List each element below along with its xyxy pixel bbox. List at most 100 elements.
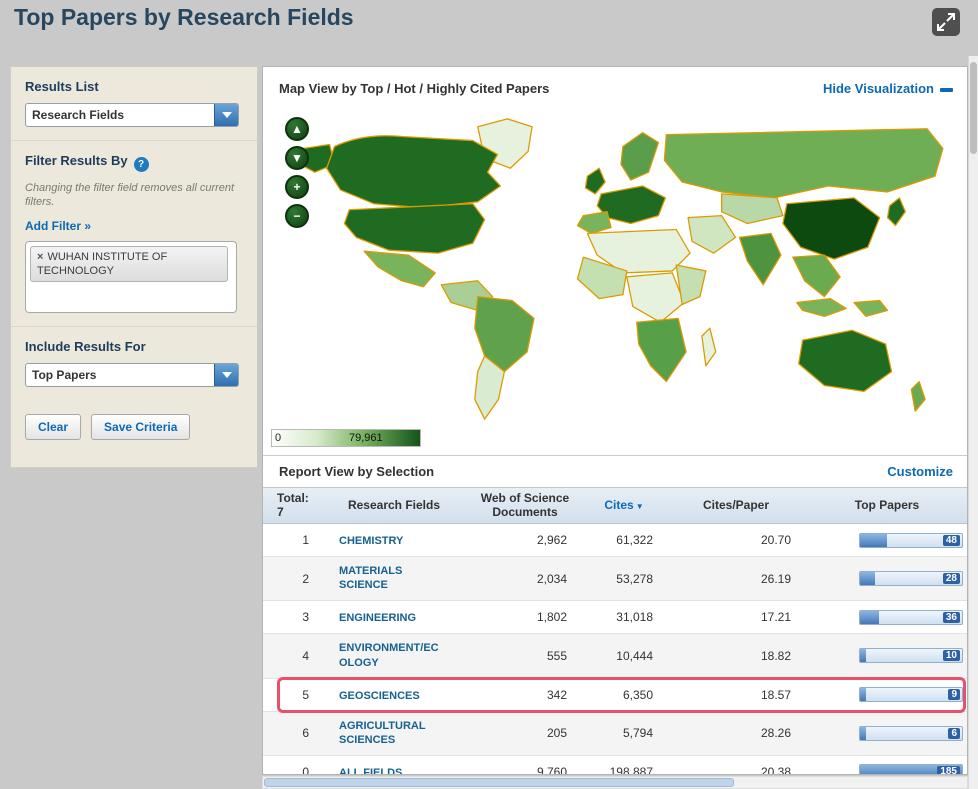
- field-link[interactable]: ALL FIELDS: [339, 766, 402, 774]
- region-india[interactable]: [738, 232, 782, 286]
- clear-button[interactable]: Clear: [25, 413, 82, 440]
- dropdown-button[interactable]: [214, 104, 238, 126]
- expand-icon: [937, 13, 955, 31]
- add-filter-link[interactable]: Add Filter »: [25, 219, 91, 233]
- cites-cell: 198,887: [609, 764, 653, 775]
- region-central-africa[interactable]: [626, 272, 685, 323]
- chevron-down-icon: [221, 371, 232, 378]
- world-map[interactable]: ▲ ▼ + −: [271, 107, 959, 425]
- cites-per-paper-cell: 20.70: [760, 533, 791, 547]
- field-cell: CHEMISTRY: [319, 531, 469, 549]
- field-cell: GEOSCIENCES: [319, 686, 469, 704]
- expand-button[interactable]: [932, 8, 960, 36]
- horizontal-scrollbar-thumb[interactable]: [264, 778, 734, 787]
- region-indonesia-east[interactable]: [853, 299, 889, 318]
- dropdown-button[interactable]: [214, 363, 238, 386]
- region-scandinavia[interactable]: [620, 132, 660, 181]
- region-iberia[interactable]: [576, 211, 612, 235]
- total-value: 7: [277, 504, 284, 519]
- top-papers-value: 10: [942, 650, 960, 662]
- hide-visualization-link[interactable]: Hide Visualization: [823, 81, 953, 96]
- results-list-label: Results List: [25, 79, 99, 94]
- column-header-cites[interactable]: Cites ▼: [581, 498, 667, 513]
- region-russia[interactable]: [663, 128, 944, 199]
- region-usa[interactable]: [343, 203, 486, 254]
- help-icon[interactable]: ?: [133, 157, 149, 172]
- region-east-africa[interactable]: [675, 264, 707, 306]
- pan-down-button[interactable]: ▼: [285, 146, 309, 170]
- top-papers-bar: 28: [859, 571, 963, 587]
- pan-up-button[interactable]: ▲: [285, 117, 309, 141]
- region-middle-east[interactable]: [687, 214, 737, 254]
- top-papers-bar-fill: [860, 649, 867, 663]
- top-papers-value: 36: [942, 611, 960, 623]
- region-southeast-asia[interactable]: [792, 254, 841, 298]
- include-results-label: Include Results For: [25, 338, 146, 354]
- column-header-wos-documents[interactable]: Web of Science Documents: [469, 491, 581, 520]
- table-header-row: Total: 7 Research Fields Web of Science …: [263, 487, 967, 524]
- field-link[interactable]: MATERIALS SCIENCE: [339, 564, 439, 593]
- region-madagascar[interactable]: [701, 327, 717, 367]
- table-row: 3 ENGINEERING 1,802 31,018 17.21 36: [263, 601, 967, 635]
- results-list-dropdown[interactable]: Research Fields: [25, 103, 239, 127]
- top-papers-bar: 6: [859, 725, 963, 741]
- legend-min-label: 0: [275, 432, 282, 444]
- field-link[interactable]: GEOSCIENCES: [339, 689, 420, 703]
- report-table-body: 1 CHEMISTRY 2,962 61,322 20.70 48 2 MATE…: [263, 524, 967, 775]
- top-papers-value: 185: [937, 766, 960, 774]
- region-mexico[interactable]: [363, 250, 436, 288]
- zoom-out-button[interactable]: −: [285, 204, 309, 228]
- field-link[interactable]: ENGINEERING: [339, 611, 416, 625]
- rank-cell: 6: [302, 726, 309, 741]
- region-central-asia[interactable]: [721, 193, 784, 225]
- region-japan[interactable]: [886, 197, 906, 227]
- cites-cell: 10,444: [616, 648, 653, 663]
- top-papers-bar-fill: [860, 533, 887, 547]
- filter-by-label: Filter Results By?: [25, 153, 243, 172]
- region-canada[interactable]: [325, 135, 502, 209]
- horizontal-scrollbar[interactable]: [262, 776, 968, 789]
- cites-cell: 5,794: [622, 726, 653, 741]
- field-cell: AGRICULTURAL SCIENCES: [319, 719, 469, 748]
- minus-icon: [940, 87, 953, 92]
- filter-tag: × WUHAN INSTITUTE OF TECHNOLOGY: [30, 245, 228, 283]
- include-results-dropdown[interactable]: Top Papers: [25, 362, 239, 387]
- top-papers-cell: 28: [805, 571, 967, 587]
- field-link[interactable]: CHEMISTRY: [339, 534, 403, 548]
- table-row: 5 GEOSCIENCES 342 6,350 18.57 9: [263, 676, 967, 713]
- customize-link[interactable]: Customize: [887, 464, 953, 479]
- region-southern-africa[interactable]: [636, 317, 687, 383]
- report-view-title: Report View by Selection: [279, 464, 435, 479]
- vertical-scrollbar-thumb[interactable]: [970, 62, 977, 154]
- zoom-in-button[interactable]: +: [285, 175, 309, 199]
- map-zoom-controls: ▲ ▼ + −: [285, 117, 309, 228]
- save-criteria-button[interactable]: Save Criteria: [91, 413, 191, 440]
- cites-per-paper-cell: 17.21: [760, 610, 791, 625]
- column-header-top-papers[interactable]: Top Papers: [805, 498, 967, 513]
- top-papers-cell: 9: [805, 687, 967, 703]
- map-view-title: Map View by Top / Hot / Highly Cited Pap…: [279, 81, 550, 96]
- top-papers-bar: 48: [859, 532, 963, 548]
- top-papers-value: 28: [942, 573, 960, 585]
- filter-tag-label: WUHAN INSTITUTE OF TECHNOLOGY: [37, 250, 168, 277]
- docs-cell: 555: [546, 648, 567, 663]
- column-header-research-fields[interactable]: Research Fields: [319, 498, 469, 513]
- region-indonesia-west[interactable]: [796, 297, 847, 318]
- field-cell: MATERIALS SCIENCE: [319, 564, 469, 593]
- column-header-cites-per-paper[interactable]: Cites/Paper: [667, 498, 805, 513]
- table-row: 1 CHEMISTRY 2,962 61,322 20.70 48: [263, 524, 967, 557]
- total-label: Total:: [277, 490, 309, 505]
- docs-cell: 342: [546, 687, 567, 702]
- vertical-scrollbar[interactable]: [968, 56, 978, 789]
- main-panel: Map View by Top / Hot / Highly Cited Pap…: [262, 66, 968, 775]
- table-row: 4 ENVIRONMENT/ECOLOGY 555 10,444 18.82 1…: [263, 634, 967, 679]
- cites-cell: 31,018: [616, 610, 653, 625]
- region-australia[interactable]: [798, 329, 893, 393]
- region-new-zealand[interactable]: [910, 380, 926, 412]
- remove-filter-icon[interactable]: ×: [37, 251, 43, 263]
- region-china[interactable]: [782, 197, 881, 260]
- top-papers-bar: 9: [859, 687, 963, 703]
- field-link[interactable]: AGRICULTURAL SCIENCES: [339, 719, 439, 748]
- region-uk[interactable]: [584, 167, 606, 195]
- field-link[interactable]: ENVIRONMENT/ECOLOGY: [339, 641, 439, 670]
